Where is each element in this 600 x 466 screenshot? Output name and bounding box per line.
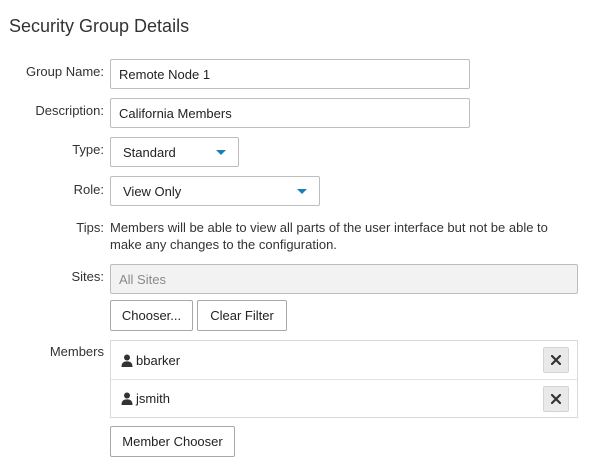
type-value: Standard	[123, 144, 176, 160]
close-icon	[551, 355, 561, 365]
type-select[interactable]: Standard	[110, 137, 239, 167]
sites-placeholder: All Sites	[119, 271, 166, 287]
user-icon	[121, 354, 133, 367]
page-title: Security Group Details	[9, 16, 190, 36]
sites-label: Sites:	[71, 269, 104, 284]
list-item: bbarker	[111, 341, 577, 379]
list-item: jsmith	[111, 379, 577, 417]
group-name-label: Group Name:	[25, 64, 104, 79]
sites-chooser-button[interactable]: Chooser...	[110, 300, 193, 331]
members-label: Members	[49, 344, 104, 359]
description-input[interactable]: California Members	[110, 98, 470, 128]
members-list: bbarker jsmith	[110, 340, 578, 418]
member-name: jsmith	[121, 391, 170, 406]
member-username: bbarker	[136, 352, 181, 368]
remove-member-button[interactable]	[543, 385, 569, 412]
role-label: Role:	[73, 182, 104, 197]
tips-label: Tips:	[76, 220, 104, 235]
role-select[interactable]: View Only	[110, 176, 320, 206]
member-name: bbarker	[121, 353, 180, 368]
role-value: View Only	[123, 183, 182, 199]
close-icon	[551, 393, 561, 404]
tips-text: Members will be able to view all parts o…	[110, 220, 548, 252]
chevron-down-icon	[216, 149, 226, 155]
chevron-down-icon	[297, 188, 307, 194]
description-value: California Members	[119, 105, 232, 121]
group-name-input[interactable]: Remote Node 1	[110, 59, 470, 89]
member-username: jsmith	[136, 391, 170, 406]
sites-input[interactable]: All Sites	[110, 264, 578, 294]
clear-filter-button[interactable]: Clear Filter	[197, 300, 287, 331]
type-label: Type:	[72, 142, 104, 157]
description-label: Description:	[35, 103, 104, 118]
remove-member-button[interactable]	[543, 347, 569, 373]
member-chooser-button[interactable]: Member Chooser	[110, 426, 235, 457]
group-name-value: Remote Node 1	[119, 66, 211, 82]
user-icon	[121, 392, 133, 405]
